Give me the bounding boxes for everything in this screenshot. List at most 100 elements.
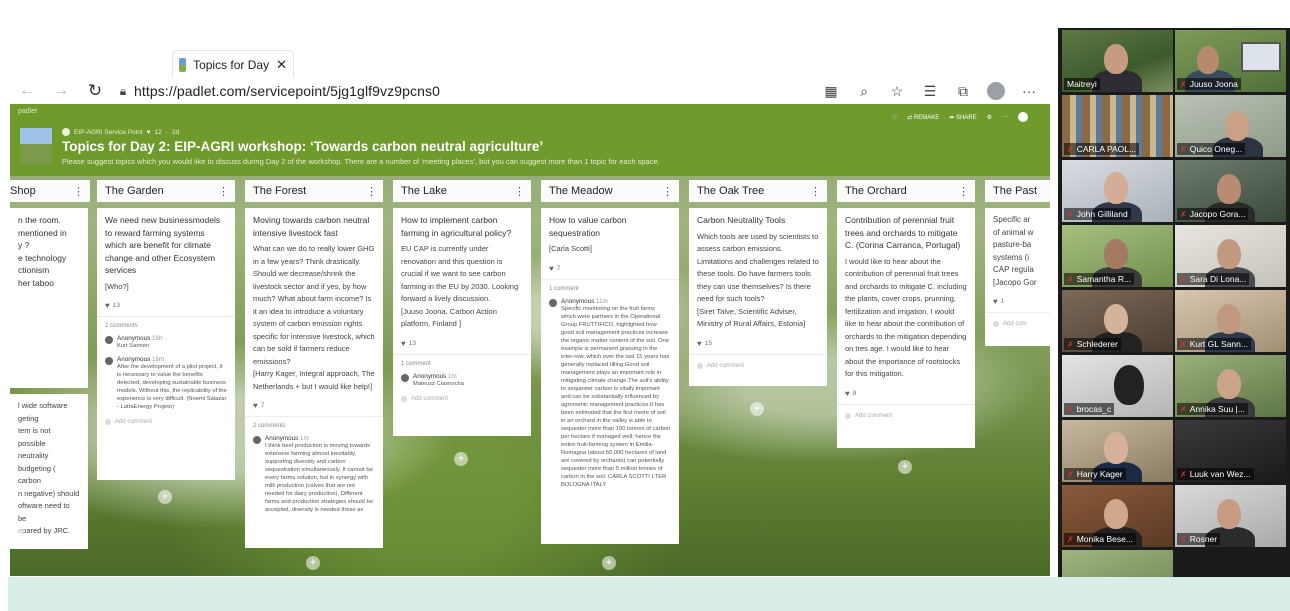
participant-tile[interactable]: ✗ Harry Kager <box>1062 420 1173 482</box>
participant-tile[interactable]: ✗ Rosner <box>1175 485 1286 547</box>
browser-tab-strip: Topics for Day ✕ <box>10 44 1050 78</box>
zoom-icon[interactable]: ⌕ <box>855 83 873 100</box>
comment-count: 2 comments <box>105 323 138 329</box>
participant-tile[interactable]: ✗ Luuk van Wez... <box>1175 420 1286 482</box>
add-post-button[interactable]: + <box>898 460 912 474</box>
participant-name-label: Schlederer <box>1076 339 1118 349</box>
settings-gear-icon[interactable]: ⚙ <box>987 114 992 121</box>
column-menu-icon[interactable]: ⋮ <box>810 185 821 198</box>
participant-tile[interactable]: ✗ Quico Oneg... <box>1175 95 1286 157</box>
padlet-logo[interactable]: padlet <box>18 108 37 115</box>
add-post-button[interactable]: + <box>750 402 764 416</box>
like-button[interactable]: ♥ 7 <box>549 264 671 273</box>
add-comment-field[interactable]: Add comment <box>401 395 523 402</box>
favorites-bar-icon[interactable]: ☰ <box>921 83 939 100</box>
column-menu-icon[interactable]: ⋮ <box>958 185 969 198</box>
post-card[interactable]: Specific ar of animal w pasture-ba syste… <box>985 208 1050 346</box>
add-comment-field[interactable]: Add com <box>993 321 1047 327</box>
muted-mic-icon: ✗ <box>1067 144 1074 154</box>
muted-mic-icon: ✗ <box>1067 534 1074 544</box>
participant-name-label: Sara Di Lona... <box>1189 274 1247 284</box>
browser-tab[interactable]: Topics for Day ✕ <box>172 50 294 78</box>
column-title: The Past <box>993 185 1038 197</box>
column-the-orchard: The Orchard ⋮ <box>837 180 975 202</box>
add-post-button[interactable]: + <box>158 490 172 504</box>
like-count: 7 <box>260 402 265 409</box>
participant-tile[interactable] <box>1062 550 1173 577</box>
participant-tile[interactable]: ✗ CARLA PAOL... <box>1062 95 1173 157</box>
share-button[interactable]: ➦ SHARE <box>949 114 976 121</box>
participant-tile[interactable]: ✗ Annika Suu |... <box>1175 355 1286 417</box>
favorites-star-icon[interactable]: ☆ <box>888 83 906 100</box>
column-menu-icon[interactable]: ⋮ <box>73 185 84 198</box>
add-comment-field[interactable]: Add comment <box>697 362 819 369</box>
muted-mic-icon: ✗ <box>1180 469 1187 479</box>
participant-tile[interactable]: ✗ Juuso Joona <box>1175 30 1286 92</box>
post-body: l wide software geting tem is not possib… <box>18 401 80 535</box>
add-post-button[interactable]: + <box>10 524 24 538</box>
column-title: Shop <box>10 185 36 197</box>
user-avatar[interactable] <box>1018 112 1028 122</box>
collections-icon[interactable]: ⧉ <box>954 83 972 100</box>
post-card[interactable]: Carbon Neutrality Tools Which tools are … <box>689 208 827 386</box>
add-post-button[interactable]: + <box>306 556 320 570</box>
participant-tile[interactable]: ✗ John Gilliland <box>1062 160 1173 222</box>
add-post-button[interactable]: + <box>602 556 616 570</box>
participant-name-label: Quico Oneg... <box>1189 144 1243 154</box>
add-comment-field[interactable]: Add comment <box>845 412 967 419</box>
tab-close-icon[interactable]: ✕ <box>276 57 287 73</box>
like-button[interactable]: ♥ 1 <box>993 297 1047 306</box>
padlet-favicon-icon <box>179 57 187 72</box>
column-menu-icon[interactable]: ⋮ <box>514 185 525 198</box>
author-name[interactable]: EIP-AGRI Service Point <box>74 129 143 136</box>
like-button[interactable]: ♥ 7 <box>253 401 375 410</box>
participant-name: ✗ Annika Suu |... <box>1177 403 1248 415</box>
muted-mic-icon: ✗ <box>1067 209 1074 219</box>
column-menu-icon[interactable]: ⋮ <box>218 185 229 198</box>
participant-tile[interactable]: ✗ Sara Di Lona... <box>1175 225 1286 287</box>
like-button[interactable]: ♥ 8 <box>845 389 967 398</box>
more-icon[interactable]: ··· <box>1020 83 1038 99</box>
column-menu-icon[interactable]: ⋮ <box>662 185 673 198</box>
post-subject: We need new businessmodels to reward far… <box>105 215 221 275</box>
participant-tile[interactable]: Maitreyi <box>1062 30 1173 92</box>
participant-tile[interactable]: ✗ Monika Bese... <box>1062 485 1173 547</box>
column-menu-icon[interactable]: ⋮ <box>366 185 377 198</box>
comment-avatar <box>105 357 113 365</box>
lock-icon: 🔒︎ <box>119 83 127 98</box>
back-button[interactable]: ← <box>10 82 44 100</box>
add-comment-field[interactable]: Add comment <box>105 419 227 425</box>
post-body: I would like to hear about the contribut… <box>845 256 967 379</box>
post-card[interactable]: Contribution of perennial fruit trees an… <box>837 208 975 448</box>
reader-view-icon[interactable]: ▦ <box>822 83 840 100</box>
more-actions-icon[interactable]: ··· <box>1002 114 1008 120</box>
address-bar[interactable]: https://padlet.com/servicepoint/5jg1glf9… <box>134 83 440 99</box>
post-card[interactable]: How to value carbon sequestration [Carla… <box>541 208 679 544</box>
participant-tile[interactable]: ✗ Kurt GL Sann... <box>1175 290 1286 352</box>
remake-button[interactable]: ⇄ REMAKE <box>907 114 939 121</box>
like-board-icon[interactable]: ♡ <box>892 114 897 121</box>
profile-icon[interactable] <box>987 82 1005 100</box>
post-body: Specific ar of animal w pasture-ba syste… <box>993 215 1037 287</box>
column-header: The Garden ⋮ <box>97 180 235 202</box>
forward-button[interactable]: → <box>44 82 78 100</box>
participant-name: ✗ Harry Kager <box>1064 468 1126 480</box>
post-card[interactable]: n the room. mentioned in y ? e technolog… <box>10 208 88 388</box>
add-post-button[interactable]: + <box>454 452 468 466</box>
participant-tile[interactable]: ✗ brocas_c <box>1062 355 1173 417</box>
comment-time: 1m <box>448 372 457 380</box>
like-button[interactable]: ♥ 13 <box>401 339 523 348</box>
participant-name: ✗ Samantha R... <box>1064 273 1135 285</box>
participant-tile[interactable]: ✗ Jacopo Gora... <box>1175 160 1286 222</box>
like-button[interactable]: ♥ 15 <box>697 339 819 348</box>
post-card[interactable]: Moving towards carbon neutral intensive … <box>245 208 383 548</box>
participant-name-label: Jacopo Gora... <box>1189 209 1246 219</box>
participant-tile[interactable]: ✗ Schlederer <box>1062 290 1173 352</box>
post-card[interactable]: How to implement carbon farming in agric… <box>393 208 531 436</box>
refresh-button[interactable]: ↻ <box>78 81 112 101</box>
participant-tile[interactable]: ✗ Samantha R... <box>1062 225 1173 287</box>
comment-count: 1 comment <box>401 360 431 367</box>
like-button[interactable]: ♥ 13 <box>105 301 227 310</box>
post-card[interactable]: We need new businessmodels to reward far… <box>97 208 235 480</box>
board-age: 2d <box>171 128 180 136</box>
